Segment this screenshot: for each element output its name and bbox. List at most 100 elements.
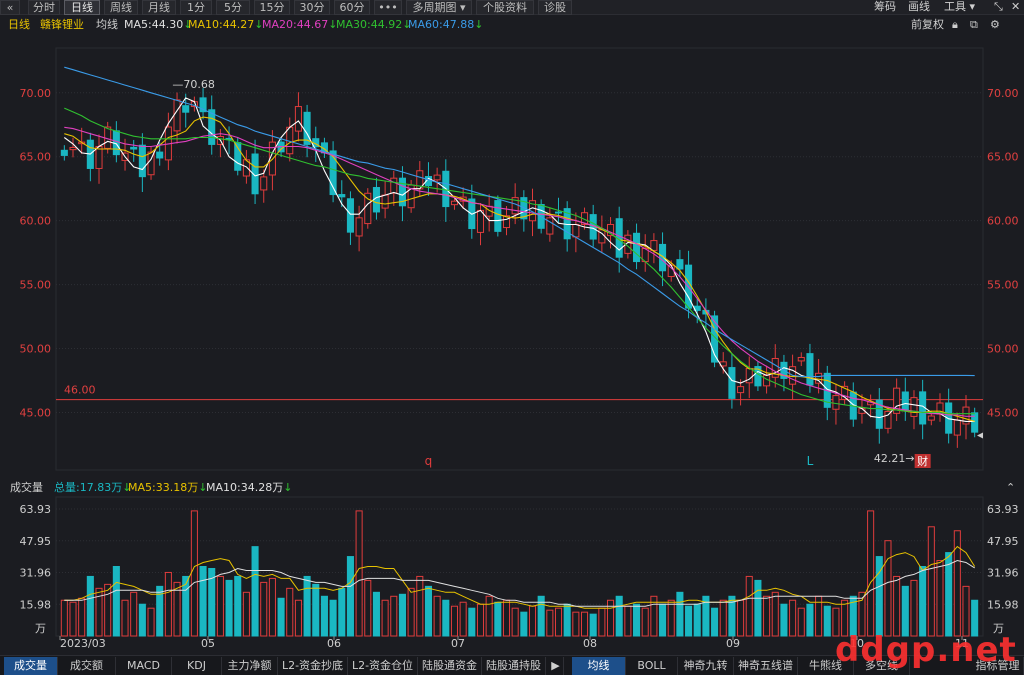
volume-bar <box>468 607 476 637</box>
price-tick-label-right: 55.00 <box>987 279 1019 292</box>
candle-body <box>450 200 459 206</box>
volume-bar <box>528 605 537 637</box>
volume-tick-label-left: 31.96 <box>20 567 52 580</box>
volume-tick-label-left: 15.98 <box>20 598 52 611</box>
tab-volume[interactable]: 成交量 <box>4 657 58 675</box>
volume-bar <box>520 611 528 637</box>
volume-bar <box>242 591 250 637</box>
volume-bar <box>580 611 589 637</box>
volume-bar <box>294 599 302 637</box>
tab-magic-nine[interactable]: 神奇九转 <box>678 657 734 675</box>
volume-bar <box>598 607 606 637</box>
volume-bar <box>338 587 346 637</box>
volume-bar <box>806 603 814 637</box>
candle-body <box>433 174 441 181</box>
volume-bar <box>676 591 684 637</box>
candle-body <box>494 200 502 232</box>
volume-bar <box>606 599 615 637</box>
volume-bar <box>910 579 918 637</box>
candle-body <box>832 395 840 410</box>
volume-bar <box>884 540 892 637</box>
volume-bar <box>147 607 155 637</box>
volume-tick-label-left: 63.93 <box>20 503 52 516</box>
volume-bar <box>927 526 935 637</box>
volume-bar <box>398 593 406 637</box>
price-tick-label-right: 45.00 <box>987 406 1019 419</box>
scroll-right-icon[interactable]: ▶ <box>548 657 564 675</box>
candle-body <box>138 144 146 178</box>
volume-bar <box>407 587 415 637</box>
volume-bar <box>268 577 276 637</box>
chevron-up-icon[interactable]: ⌃ <box>1006 480 1015 495</box>
volume-bar <box>329 599 337 637</box>
price-panel-frame <box>55 47 984 471</box>
volume-bar <box>780 603 788 637</box>
reference-line-label: 46.00 <box>64 384 96 397</box>
volume-bar <box>797 607 805 637</box>
down-arrow-icon: ↓ <box>283 481 293 494</box>
volume-bar <box>190 510 198 637</box>
candle-body <box>971 412 979 433</box>
stock-chart-window: « 分时 日线 周线 月线 1分 5分 15分 30分 60分 ••• 多周期图… <box>0 0 1024 675</box>
tab-l2-position[interactable]: L2-资金仓位 <box>348 657 418 675</box>
volume-bar <box>130 591 138 637</box>
candle-body <box>69 146 77 151</box>
candle-body <box>927 415 935 421</box>
x-tick-label: 2023/03 <box>60 637 106 650</box>
tab-magic-five[interactable]: 神奇五线谱 <box>734 657 798 675</box>
tab-turnover[interactable]: 成交额 <box>58 657 116 675</box>
event-marker-l: L <box>807 454 814 468</box>
candle-body <box>884 410 892 429</box>
volume-bar <box>685 605 693 637</box>
tab-ma[interactable]: 均线 <box>572 657 626 675</box>
volume-bar <box>823 605 831 637</box>
volume-bar <box>554 607 563 637</box>
x-tick-label: 08 <box>583 637 597 650</box>
tab-kdj[interactable]: KDJ <box>172 657 222 675</box>
candle-body <box>901 391 909 412</box>
volume-bar <box>711 607 719 637</box>
volume-bar <box>771 591 779 637</box>
volume-bar <box>86 575 94 637</box>
low-price-label: 42.21→ <box>874 452 915 465</box>
volume-bar <box>659 603 667 637</box>
candle-body <box>572 223 580 238</box>
volume-bar <box>615 595 623 637</box>
candle-body <box>554 211 563 214</box>
volume-bar <box>901 585 909 637</box>
price-tick-label-left: 65.00 <box>20 151 52 164</box>
volume-bar <box>320 595 328 637</box>
volume-bar <box>138 603 146 637</box>
volume-bar <box>364 579 372 637</box>
volume-bar <box>494 601 502 637</box>
volume-bar <box>667 599 675 637</box>
candle-body <box>156 151 164 159</box>
kline-chart[interactable]: 70.00 70.00 65.00 65.00 60.00 60.00 55.00 55.00… <box>0 0 1024 675</box>
volume-header: 成交量 总量:17.83万↓ MA5:33.18万↓ MA10:34.28万↓ … <box>0 480 1024 495</box>
candle-body <box>60 149 68 156</box>
volume-bar <box>381 599 389 637</box>
volume-bar <box>121 599 129 637</box>
x-tick-label: 06 <box>327 637 341 650</box>
volume-bar <box>251 546 259 637</box>
candle-body <box>650 240 658 251</box>
tab-macd[interactable]: MACD <box>116 657 172 675</box>
volume-bar <box>225 579 233 637</box>
volume-bar <box>372 591 380 637</box>
volume-bar <box>485 595 493 637</box>
tab-boll[interactable]: BOLL <box>626 657 678 675</box>
tab-main-net[interactable]: 主力净额 <box>222 657 278 675</box>
watermark: ddgp.net <box>835 630 1017 670</box>
volume-bar <box>511 607 519 637</box>
ma-line-ma60 <box>64 66 975 378</box>
candle-body <box>806 353 814 386</box>
volume-bar <box>78 597 86 637</box>
volume-bar <box>416 575 424 637</box>
tab-hk-connect-fund[interactable]: 陆股通资金 <box>418 657 482 675</box>
tab-hk-connect-hold[interactable]: 陆股通持股 <box>482 657 546 675</box>
candle-body <box>815 372 823 384</box>
candle-body <box>910 397 918 417</box>
candle-body <box>676 259 684 270</box>
tab-l2-bottom[interactable]: L2-资金抄底 <box>278 657 348 675</box>
volume-bar <box>286 587 294 637</box>
